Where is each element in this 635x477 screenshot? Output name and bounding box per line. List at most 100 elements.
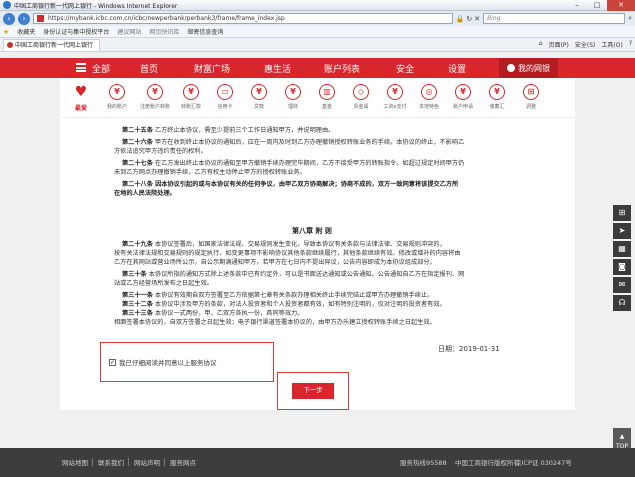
nav-all[interactable]: 全部 (92, 62, 110, 75)
footer-link-branches[interactable]: 服务网点 (170, 457, 196, 467)
nav-security[interactable]: 安全 (396, 62, 414, 75)
lock-icon[interactable]: 🔒 (456, 15, 465, 23)
quick-functions: ♥ 最爱 ¥ 我的账户 ¥ 注册账户转账 ¥ 转账汇款 ▭ 信用卡 ¥ 贷款 ¥… (60, 78, 575, 118)
tab-row: 中国工商银行新一代网上银行 ⌂ 页面(P) 安全(S) 工具(O) ? (0, 38, 635, 52)
nav-accounts[interactable]: 账户列表 (324, 62, 360, 75)
favorites-button[interactable]: 收藏夹 (17, 27, 35, 36)
favorite-link-1[interactable]: 身份认证与集中授权平台 (43, 27, 109, 36)
arrow-up-icon: ▲ (619, 433, 625, 440)
quick-item-local[interactable]: ◎ 本地特色 (412, 84, 446, 110)
quick-item-account-apply[interactable]: ¥ 账户申请 (446, 84, 480, 110)
yuan-icon: ¥ (489, 84, 505, 100)
window-titlebar: 中国工商银行新一代网上银行 - Windows Internet Explore… (0, 0, 635, 11)
quick-item-label: 最爱 (74, 105, 87, 112)
tab-title: 中国工商银行新一代网上银行 (15, 41, 94, 49)
clause-30: 第三十条 本协议所指的通知方式除上述条款中已有约定外，可以是书面送达通知或公告通… (122, 271, 465, 278)
clause-29-cont2: 乙方在其网站或营业场所公示，自公示期满通知甲方，若甲方在七日内不提出异议，公告内… (114, 259, 436, 266)
clause-29: 第二十九条 本协议签署后，如国家法律法规、交易规则发生变化，导致本协议有关条款与… (122, 241, 446, 248)
footer-link-statement[interactable]: 网站声明 (134, 457, 160, 467)
forward-button[interactable]: › (18, 12, 30, 25)
footer-hotline: 服务热线95588 (400, 459, 447, 467)
next-button[interactable]: 下一步 (292, 383, 334, 399)
tools-menu[interactable]: 工具(O) (601, 40, 622, 49)
ie-logo-icon (3, 1, 11, 9)
address-bar-row: ‹ › https://mybank.icbc.com.cn/icbc/newp… (0, 11, 635, 26)
clause-31: 第三十一条 本协议有效期自双方签署至乙方依据第七章有关条款办理相关终止手续完结止… (122, 292, 434, 299)
quick-item-loan[interactable]: ¥ 贷款 (242, 84, 276, 110)
quick-item-label: 基金 (321, 104, 332, 110)
address-input[interactable]: https://mybank.icbc.com.cn/icbc/newperba… (33, 13, 453, 24)
mybank-button[interactable]: 我的网银 (499, 58, 558, 78)
calendar-icon[interactable]: ▦ (613, 241, 631, 257)
favorite-link-4[interactable]: 邮寄信息查询 (187, 27, 223, 36)
footer-divider (92, 458, 93, 466)
quick-item-wealth[interactable]: ¥ 理财 (276, 84, 310, 110)
clause-26: 第二十六条 甲方在收到终止本协议的通知后，应在一周内及时到乙方办理撤销授权转账业… (122, 139, 465, 146)
home-icon[interactable]: ⌂ (539, 40, 543, 49)
favorite-link-2[interactable]: 建议网站 (117, 27, 141, 36)
yuan-icon: ¥ (109, 84, 125, 100)
agree-row[interactable]: ✓ 我已仔细阅读并同意以上服务协议 (109, 357, 217, 367)
clause-26-cont: 方依法追究甲方违约责任的权利。 (114, 148, 207, 155)
quick-item-salary-pay[interactable]: ¥ 工资e支付 (378, 84, 412, 110)
clause-28: 第二十八条 因本协议引起的或与本协议有关的任何争议，由甲乙双方协商解决；协商不成… (122, 181, 459, 188)
minimize-button[interactable]: – (567, 0, 587, 11)
quick-item-adjust[interactable]: ⊞ 调整 (514, 84, 548, 110)
maximize-button[interactable]: □ (587, 0, 607, 11)
footer-link-sitemap[interactable]: 网站地图 (62, 457, 88, 467)
message-icon[interactable]: ✉ (613, 277, 631, 293)
quick-item-label: 本地特色 (418, 104, 439, 110)
nav-life[interactable]: 惠生活 (264, 62, 291, 75)
favorites-star-icon[interactable]: ★ (3, 28, 9, 36)
safety-menu[interactable]: 安全(S) (575, 40, 596, 49)
headset-icon[interactable]: ☊ (613, 295, 631, 311)
camera-icon[interactable]: ◙ (613, 259, 631, 275)
menu-icon[interactable] (76, 63, 86, 72)
quick-item-label: 调整 (525, 104, 536, 110)
send-icon[interactable]: ➤ (613, 223, 631, 239)
nav-settings[interactable]: 设置 (448, 62, 466, 75)
search-icon[interactable]: ⌕ (628, 14, 632, 23)
back-button[interactable]: ‹ (3, 12, 15, 25)
quick-item-registered-transfer[interactable]: ¥ 注册账户转账 (138, 84, 172, 110)
command-bar: ⌂ 页面(P) 安全(S) 工具(O) ? (539, 40, 632, 49)
agreement-panel: 第二十五条 乙方终止本协议，需至少提前三个工作日通知甲方，并说明理由。 第二十六… (60, 118, 575, 410)
footer-link-contact[interactable]: 联系我们 (98, 457, 124, 467)
stop-icon[interactable]: ✕ (474, 15, 480, 23)
quick-item-label: 账户申请 (452, 104, 473, 110)
window-title: 中国工商银行新一代网上银行 - Windows Internet Explore… (14, 2, 178, 10)
agree-checkbox[interactable]: ✓ (109, 358, 116, 366)
help-icon[interactable]: ? (629, 40, 632, 49)
gem-icon: ◇ (353, 84, 369, 100)
search-placeholder: Bing (487, 15, 501, 22)
yuan-icon: ¥ (183, 84, 199, 100)
quick-item-transfer[interactable]: ¥ 转账汇款 (174, 84, 208, 110)
nav-home[interactable]: 首页 (140, 62, 158, 75)
refresh-icon[interactable]: ↻ (466, 15, 472, 23)
favorite-link-3[interactable]: 网页快讯库 (149, 27, 179, 36)
footer-icp: 京ICP证 030247号 (515, 459, 572, 467)
search-input[interactable]: Bing (483, 13, 626, 24)
clause-27: 第二十七条 在乙方发出终止本协议的通知至甲方撤销手续办理完毕期间，乙方不接受甲方… (122, 160, 465, 167)
page-menu[interactable]: 页面(P) (549, 40, 569, 49)
quick-item-my-account[interactable]: ¥ 我的账户 (100, 84, 134, 110)
card-icon: ▭ (217, 84, 233, 100)
agree-label[interactable]: 我已仔细阅读并同意以上服务协议 (119, 357, 217, 367)
site-favicon-icon (37, 15, 44, 22)
quick-item-savings[interactable]: ¥ 储蓄汇 (480, 84, 514, 110)
quick-item-credit-card[interactable]: ▭ 信用卡 (208, 84, 242, 110)
footer-divider (128, 458, 129, 466)
close-button[interactable]: ✕ (607, 0, 635, 11)
browser-tab[interactable]: 中国工商银行新一代网上银行 (3, 38, 101, 51)
quick-item-label: 贷款 (253, 104, 264, 110)
gift-icon[interactable]: ⊞ (613, 205, 631, 221)
mybank-label: 我的网银 (518, 63, 550, 73)
quick-item-precious-metal[interactable]: ◇ 贵金属 (344, 84, 378, 110)
quick-item-label: 储蓄汇 (489, 104, 505, 110)
quick-item-fund[interactable]: ▥ 基金 (310, 84, 344, 110)
next-highlight-box: 下一步 (277, 372, 349, 410)
footer-copyright: 中国工商银行版权所有 (455, 459, 520, 467)
yuan-icon: ¥ (285, 84, 301, 100)
nav-wealth[interactable]: 财富广场 (194, 62, 230, 75)
quick-item-favorites[interactable]: ♥ 最爱 (64, 84, 98, 112)
